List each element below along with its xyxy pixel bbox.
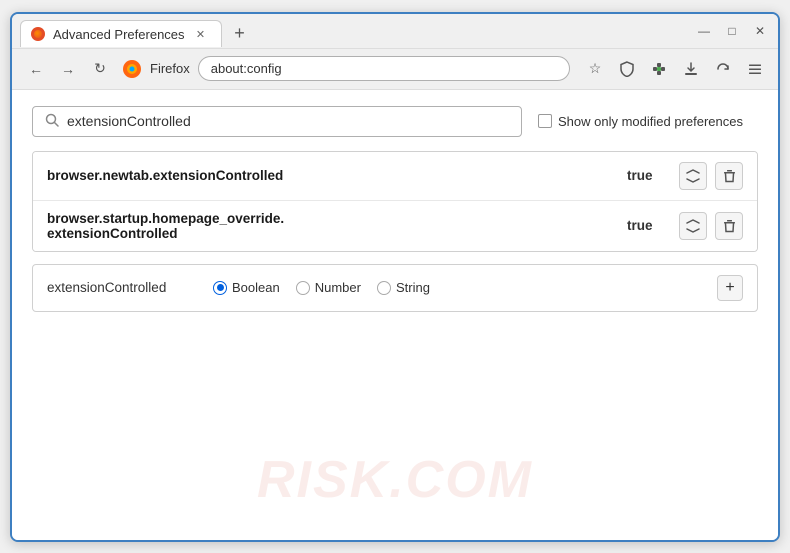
tab-title: Advanced Preferences <box>53 27 185 42</box>
pref-name-2-line1: browser.startup.homepage_override. <box>47 211 615 226</box>
address-bar[interactable]: about:config <box>198 56 570 81</box>
pref-name-2-line2: extensionControlled <box>47 226 615 241</box>
radio-number-circle <box>296 281 310 295</box>
show-modified-container: Show only modified preferences <box>538 114 743 129</box>
extension-icon[interactable] <box>646 56 672 82</box>
radio-string-label: String <box>396 280 430 295</box>
radio-string-circle <box>377 281 391 295</box>
sync-icon[interactable] <box>710 56 736 82</box>
forward-button[interactable]: → <box>54 55 82 83</box>
window-controls: — □ ✕ <box>694 21 770 47</box>
row-actions-2 <box>679 212 743 240</box>
radio-boolean-label: Boolean <box>232 280 280 295</box>
browser-name-label: Firefox <box>150 61 190 76</box>
active-tab[interactable]: Advanced Preferences ✕ <box>20 20 222 47</box>
minimize-button[interactable]: — <box>694 21 714 41</box>
delete-button-1[interactable] <box>715 162 743 190</box>
toggle-button-1[interactable] <box>679 162 707 190</box>
tab-close-button[interactable]: ✕ <box>193 26 209 42</box>
tab-favicon <box>31 27 45 41</box>
shield-icon[interactable] <box>614 56 640 82</box>
table-row[interactable]: browser.newtab.extensionControlled true <box>33 152 757 201</box>
radio-string[interactable]: String <box>377 280 430 295</box>
new-pref-name: extensionControlled <box>47 280 197 295</box>
search-container: Show only modified preferences <box>32 106 758 137</box>
maximize-button[interactable]: □ <box>722 21 742 41</box>
bookmark-icon[interactable]: ☆ <box>582 56 608 82</box>
back-button[interactable]: ← <box>22 55 50 83</box>
downloads-icon[interactable] <box>678 56 704 82</box>
radio-number-label: Number <box>315 280 361 295</box>
search-input[interactable] <box>67 113 509 129</box>
radio-boolean-circle <box>213 281 227 295</box>
search-bar[interactable] <box>32 106 522 137</box>
title-bar: Advanced Preferences ✕ + — □ ✕ <box>12 14 778 49</box>
row-actions-1 <box>679 162 743 190</box>
menu-icon[interactable] <box>742 56 768 82</box>
toggle-button-2[interactable] <box>679 212 707 240</box>
close-window-button[interactable]: ✕ <box>750 21 770 41</box>
content-area: RISK.COM Show only modified preferences <box>12 90 778 540</box>
type-radio-group: Boolean Number String <box>213 280 701 295</box>
pref-value-1: true <box>627 168 667 183</box>
reload-button[interactable]: ↻ <box>86 55 114 83</box>
show-modified-label: Show only modified preferences <box>558 114 743 129</box>
show-modified-checkbox[interactable] <box>538 114 552 128</box>
browser-window: Advanced Preferences ✕ + — □ ✕ ← → ↻ Fir… <box>10 12 780 542</box>
delete-button-2[interactable] <box>715 212 743 240</box>
radio-boolean[interactable]: Boolean <box>213 280 280 295</box>
table-row[interactable]: browser.startup.homepage_override. exten… <box>33 201 757 251</box>
pref-name-1: browser.newtab.extensionControlled <box>47 168 615 183</box>
address-text: about:config <box>211 61 282 76</box>
results-table: browser.newtab.extensionControlled true <box>32 151 758 252</box>
firefox-logo-icon <box>122 59 142 79</box>
new-tab-button[interactable]: + <box>226 20 254 48</box>
pref-value-2: true <box>627 218 667 233</box>
add-preference-button[interactable]: + <box>717 275 743 301</box>
navigation-bar: ← → ↻ Firefox about:config ☆ <box>12 49 778 90</box>
new-preference-row: extensionControlled Boolean Number Strin… <box>32 264 758 312</box>
nav-icons-group: ☆ <box>582 56 768 82</box>
search-icon <box>45 113 59 130</box>
watermark: RISK.COM <box>257 450 533 510</box>
radio-number[interactable]: Number <box>296 280 361 295</box>
